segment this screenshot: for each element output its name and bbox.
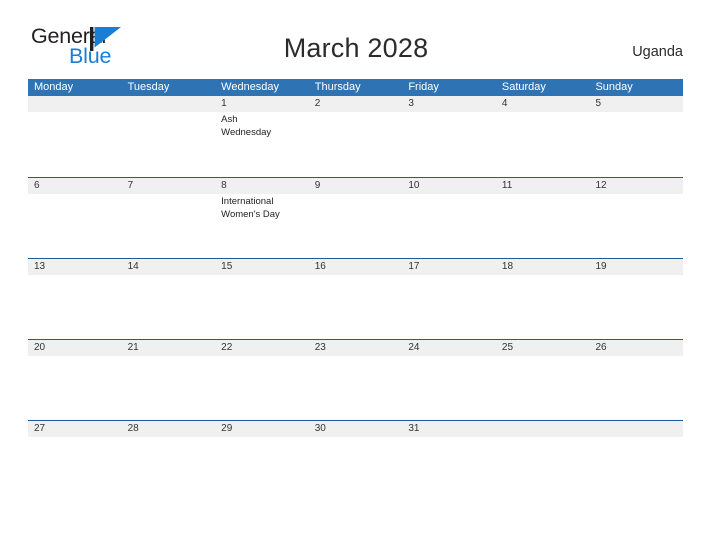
calendar-day-number: 15	[221, 261, 233, 272]
weekday-header-saturday: Saturday	[501, 81, 546, 93]
calendar-event-label: International Women's Day	[221, 196, 280, 220]
calendar-day-number: 20	[34, 342, 46, 353]
calendar-week-row: 27 28 29 30 31	[28, 420, 683, 501]
calendar-day-number: 30	[314, 423, 326, 434]
calendar-weeks: 1 Ash Wednesday 2 3 4 5 6 7 8 International Women…	[28, 96, 683, 501]
calendar-day-cell[interactable]: 18	[496, 259, 590, 340]
calendar-day-number: 6	[34, 180, 40, 191]
calendar-day-cell[interactable]: 17	[402, 259, 496, 340]
calendar-day-cell[interactable]: 4	[496, 96, 590, 177]
weekday-header-wednesday: Wednesday	[221, 81, 280, 93]
calendar-day-cell-empty	[589, 421, 683, 502]
calendar-day-number: 14	[127, 261, 139, 272]
weekday-header-thursday: Thursday	[314, 81, 361, 93]
calendar-day-cell[interactable]: 6	[28, 178, 122, 259]
calendar-day-cell[interactable]: 20	[28, 340, 122, 421]
weekday-header-tuesday: Tuesday	[127, 81, 170, 93]
weekday-header-row: Monday Tuesday Wednesday Thursday Friday…	[28, 79, 683, 96]
calendar-day-cell[interactable]: 14	[122, 259, 216, 340]
calendar-day-cell[interactable]: 10	[402, 178, 496, 259]
calendar-day-number: 9	[314, 180, 321, 191]
calendar-day-cell[interactable]: 1 Ash Wednesday	[215, 96, 309, 177]
calendar-day-cell-empty	[496, 421, 590, 502]
calendar-day-cell[interactable]: 12	[589, 178, 683, 259]
calendar-week-cells: 27 28 29 30 31	[28, 421, 683, 502]
calendar-day-cell[interactable]: 29	[215, 421, 309, 502]
calendar-day-number: 23	[314, 342, 326, 353]
calendar-day-cell[interactable]: 2	[309, 96, 403, 177]
calendar-day-number: 28	[127, 423, 139, 434]
calendar-week-row: 1 Ash Wednesday 2 3 4 5	[28, 96, 683, 177]
calendar-day-cell[interactable]: 11	[496, 178, 590, 259]
calendar-week-row: 13 14 15 16 17 18 19	[28, 258, 683, 339]
weekday-header-monday: Monday	[34, 81, 74, 93]
calendar-day-number: 7	[127, 180, 134, 191]
calendar-day-cell[interactable]: 21	[122, 340, 216, 421]
calendar-day-cell[interactable]: 24	[402, 340, 496, 421]
calendar-day-number: 4	[501, 98, 508, 109]
calendar-week-cells: 20 21 22 23 24 25 26	[28, 340, 683, 421]
calendar-day-cell-empty	[122, 96, 216, 177]
calendar-day-events: Ash Wednesday	[221, 114, 304, 139]
calendar-day-events: International Women's Day	[221, 196, 304, 221]
calendar-week-row: 6 7 8 International Women's Day 9 10 11 12	[28, 177, 683, 258]
calendar-day-number: 16	[314, 261, 326, 272]
calendar-day-cell[interactable]: 31	[402, 421, 496, 502]
calendar-day-cell[interactable]: 23	[309, 340, 403, 421]
calendar-day-cell[interactable]: 27	[28, 421, 122, 502]
calendar-day-number: 17	[408, 261, 420, 272]
calendar-day-number: 26	[595, 342, 607, 353]
calendar-day-number: 29	[221, 423, 233, 434]
calendar-day-cell[interactable]: 5	[589, 96, 683, 177]
calendar-day-cell[interactable]: 9	[309, 178, 403, 259]
calendar-day-number: 5	[595, 98, 602, 109]
calendar-day-cell[interactable]: 13	[28, 259, 122, 340]
calendar-day-number: 10	[408, 180, 420, 191]
calendar-day-number: 19	[595, 261, 607, 272]
calendar-day-number: 25	[501, 342, 514, 353]
calendar-day-number: 3	[408, 98, 414, 109]
calendar-day-cell[interactable]: 30	[309, 421, 403, 502]
calendar-day-cell[interactable]: 8 International Women's Day	[215, 178, 309, 259]
calendar-day-number: 21	[127, 342, 139, 353]
calendar-week-cells: 6 7 8 International Women's Day 9 10 11 12	[28, 178, 683, 259]
calendar-day-cell[interactable]: 25	[496, 340, 590, 421]
calendar-day-number: 1	[221, 98, 227, 109]
calendar-day-cell[interactable]: 15	[215, 259, 309, 340]
calendar-day-cell[interactable]: 16	[309, 259, 403, 340]
region-label: Uganda	[632, 44, 683, 60]
calendar-week-cells: 13 14 15 16 17 18 19	[28, 259, 683, 340]
calendar-day-cell[interactable]: 3	[402, 96, 496, 177]
calendar-day-number: 11	[501, 180, 513, 191]
calendar-day-number: 8	[221, 180, 227, 191]
calendar-grid: Monday Tuesday Wednesday Thursday Friday…	[28, 79, 683, 501]
calendar-day-cell[interactable]: 28	[122, 421, 216, 502]
calendar-day-number: 24	[408, 342, 420, 353]
calendar-week-row: 20 21 22 23 24 25 26	[28, 339, 683, 420]
calendar-event-label: Ash Wednesday	[221, 114, 272, 138]
calendar-day-cell[interactable]: 19	[589, 259, 683, 340]
calendar-week-cells: 1 Ash Wednesday 2 3 4 5	[28, 96, 683, 177]
calendar-day-cell[interactable]: 22	[215, 340, 309, 421]
calendar-day-cell[interactable]: 7	[122, 178, 216, 259]
page-title: March 2028	[283, 33, 429, 63]
calendar-day-number: 18	[501, 261, 514, 272]
weekday-header-friday: Friday	[408, 81, 439, 93]
weekday-header-sunday: Sunday	[595, 81, 633, 93]
page-header: General Blue March 2028 Uganda	[0, 0, 712, 66]
calendar-day-number: 13	[34, 261, 46, 272]
calendar-day-number: 31	[408, 423, 420, 434]
calendar-day-cell-empty	[28, 96, 122, 177]
calendar-day-number: 22	[221, 342, 233, 353]
calendar-day-number: 12	[595, 180, 607, 191]
calendar-day-number: 27	[34, 423, 46, 434]
calendar-day-number: 2	[314, 98, 321, 109]
calendar-day-cell[interactable]: 26	[589, 340, 683, 421]
